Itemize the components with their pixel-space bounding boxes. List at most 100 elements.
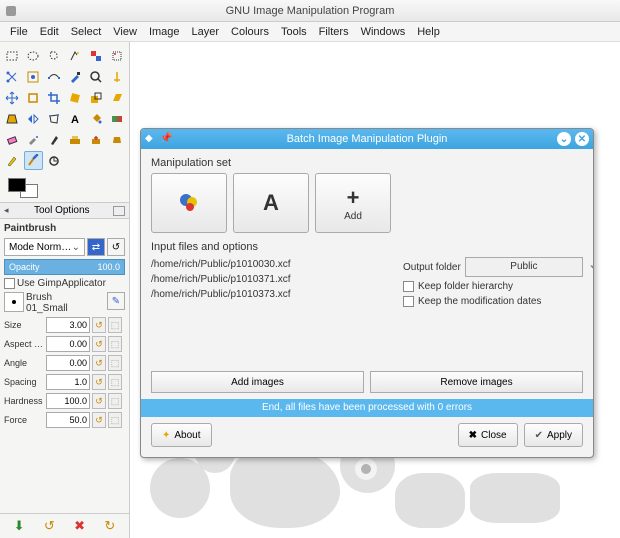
remove-images-button[interactable]: Remove images — [370, 371, 583, 393]
dialog-titlebar[interactable]: ◆ 📌 Batch Image Manipulation Plugin ⌄ ✕ — [141, 129, 593, 149]
mode-reset-icon[interactable]: ↺ — [107, 238, 125, 256]
angle-input[interactable]: 0.00 — [46, 355, 90, 371]
keep-hierarchy-checkbox[interactable] — [403, 281, 414, 292]
opacity-slider[interactable]: Opacity100.0 — [4, 259, 125, 275]
tool-smudge[interactable] — [45, 151, 64, 170]
tool-fuzzy-select[interactable] — [66, 46, 85, 65]
menu-tools[interactable]: Tools — [281, 26, 307, 38]
apply-button[interactable]: ✔ Apply — [524, 423, 583, 447]
force-reset[interactable] — [92, 412, 106, 428]
list-item[interactable]: /home/rich/Public/p1010373.xcf — [151, 287, 393, 302]
tool-move[interactable] — [3, 88, 22, 107]
manipulation-item-2[interactable]: A — [233, 173, 309, 233]
dialog-min-icon[interactable]: ⌄ — [557, 132, 571, 146]
reset-preset-icon[interactable]: ↻ — [104, 518, 115, 534]
window-title: GNU Image Manipulation Program — [226, 5, 395, 17]
menu-view[interactable]: View — [113, 26, 137, 38]
tool-cage[interactable] — [45, 109, 64, 128]
spacing-input[interactable]: 1.0 — [46, 374, 90, 390]
tool-iscissors[interactable] — [108, 46, 127, 65]
size-link[interactable]: ⬚ — [108, 317, 122, 333]
tool-eraser[interactable] — [3, 130, 22, 149]
menu-select[interactable]: Select — [71, 26, 102, 38]
brush-edit-icon[interactable]: ✎ — [107, 292, 125, 310]
dock-menu-icon[interactable] — [113, 206, 125, 216]
menu-image[interactable]: Image — [149, 26, 180, 38]
save-preset-icon[interactable]: ⬇ — [14, 518, 25, 534]
tool-crop[interactable] — [45, 88, 64, 107]
gimpapp-checkbox[interactable] — [4, 278, 15, 289]
tool-perspective-clone[interactable] — [108, 130, 127, 149]
menu-colours[interactable]: Colours — [231, 26, 269, 38]
tool-clone[interactable] — [66, 130, 85, 149]
tool-airbrush[interactable] — [24, 130, 43, 149]
tool-zoom[interactable] — [87, 67, 106, 86]
menu-windows[interactable]: Windows — [361, 26, 406, 38]
tool-by-color-select[interactable] — [87, 46, 106, 65]
tool-bucket-fill[interactable] — [87, 109, 106, 128]
delete-preset-icon[interactable]: ✖ — [74, 518, 85, 534]
size-input[interactable]: 3.00 — [46, 317, 90, 333]
output-folder-button[interactable]: Public — [465, 257, 583, 277]
force-input[interactable]: 50.0 — [46, 412, 90, 428]
add-images-button[interactable]: Add images — [151, 371, 364, 393]
about-button[interactable]: ✦ About — [151, 423, 212, 447]
tool-ink[interactable] — [45, 130, 64, 149]
menu-file[interactable]: File — [10, 26, 28, 38]
menu-help[interactable]: Help — [417, 26, 440, 38]
tool-foreground-select[interactable] — [24, 67, 43, 86]
list-item[interactable]: /home/rich/Public/p1010030.xcf — [151, 257, 393, 272]
hardness-link[interactable]: ⬚ — [108, 393, 122, 409]
force-link[interactable]: ⬚ — [108, 412, 122, 428]
undo-icon[interactable]: ↶ — [590, 259, 594, 275]
tool-shear[interactable] — [108, 88, 127, 107]
tool-paths[interactable] — [45, 67, 64, 86]
spacing-reset[interactable] — [92, 374, 106, 390]
tool-scissors[interactable] — [3, 67, 22, 86]
tool-measure[interactable] — [108, 67, 127, 86]
tool-pencil[interactable] — [3, 151, 22, 170]
spacing-link[interactable]: ⬚ — [108, 374, 122, 390]
close-button[interactable]: ✖ Close — [458, 423, 518, 447]
mode-select[interactable]: Mode Norm… — [4, 238, 85, 256]
input-files-list[interactable]: /home/rich/Public/p1010030.xcf /home/ric… — [151, 257, 393, 367]
tool-scale[interactable] — [87, 88, 106, 107]
list-item[interactable]: /home/rich/Public/p1010371.xcf — [151, 272, 393, 287]
hardness-reset[interactable] — [92, 393, 106, 409]
tool-perspective[interactable] — [3, 109, 22, 128]
fg-bg-colors[interactable] — [0, 174, 129, 202]
brush-preview[interactable] — [4, 292, 24, 312]
aspect-link[interactable]: ⬚ — [108, 336, 122, 352]
tool-flip[interactable] — [24, 109, 43, 128]
menubar: File Edit Select View Image Layer Colour… — [0, 22, 620, 42]
dock-arrow-icon[interactable] — [4, 205, 11, 216]
hardness-label: Hardness — [4, 396, 44, 406]
angle-link[interactable]: ⬚ — [108, 355, 122, 371]
tool-free-select[interactable] — [45, 46, 64, 65]
menu-filters[interactable]: Filters — [319, 26, 349, 38]
size-reset[interactable] — [92, 317, 106, 333]
tool-paintbrush[interactable] — [24, 151, 43, 170]
dialog-close-icon[interactable]: ✕ — [575, 132, 589, 146]
tool-rect-select[interactable] — [3, 46, 22, 65]
manipulation-item-1[interactable] — [151, 173, 227, 233]
restore-preset-icon[interactable]: ↺ — [44, 518, 55, 534]
mode-swap-icon[interactable]: ⇄ — [87, 238, 105, 256]
hardness-input[interactable]: 100.0 — [46, 393, 90, 409]
tool-text[interactable]: A — [66, 109, 85, 128]
dialog-pin-icon[interactable]: 📌 — [160, 133, 172, 145]
tool-blend[interactable] — [108, 109, 127, 128]
tool-color-picker[interactable] — [66, 67, 85, 86]
tool-rotate[interactable] — [66, 88, 85, 107]
tool-heal[interactable] — [87, 130, 106, 149]
tool-ellipse-select[interactable] — [24, 46, 43, 65]
tool-align[interactable] — [24, 88, 43, 107]
manipulation-add[interactable]: + Add — [315, 173, 391, 233]
aspect-reset[interactable] — [92, 336, 106, 352]
angle-reset[interactable] — [92, 355, 106, 371]
menu-edit[interactable]: Edit — [40, 26, 59, 38]
manipulation-set-label: Manipulation set — [151, 157, 583, 169]
aspect-input[interactable]: 0.00 — [46, 336, 90, 352]
keep-dates-checkbox[interactable] — [403, 296, 414, 307]
menu-layer[interactable]: Layer — [192, 26, 220, 38]
